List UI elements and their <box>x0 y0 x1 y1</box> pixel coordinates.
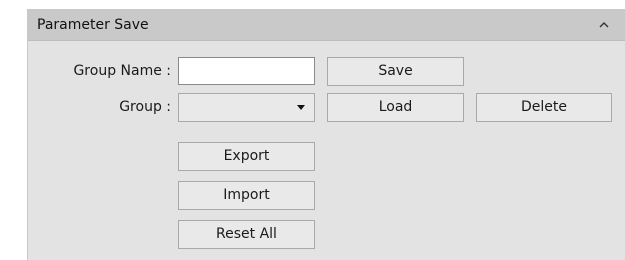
dropdown-arrow-icon <box>297 105 305 110</box>
save-button[interactable]: Save <box>327 57 464 86</box>
group-name-input[interactable] <box>178 57 315 85</box>
import-button[interactable]: Import <box>178 181 315 210</box>
group-dropdown[interactable] <box>178 93 315 122</box>
delete-button[interactable]: Delete <box>476 93 612 122</box>
chevron-up-icon <box>599 22 609 28</box>
load-button[interactable]: Load <box>327 93 464 122</box>
export-button[interactable]: Export <box>178 142 315 171</box>
panel-header[interactable]: Parameter Save <box>28 9 625 41</box>
reset-all-button[interactable]: Reset All <box>178 220 315 249</box>
collapse-button[interactable] <box>593 14 615 36</box>
panel-title: Parameter Save <box>37 17 149 33</box>
group-label: Group : <box>119 99 171 115</box>
group-name-label: Group Name : <box>73 63 171 79</box>
parameter-save-panel: Parameter Save Group Name : Save Group :… <box>27 9 625 260</box>
